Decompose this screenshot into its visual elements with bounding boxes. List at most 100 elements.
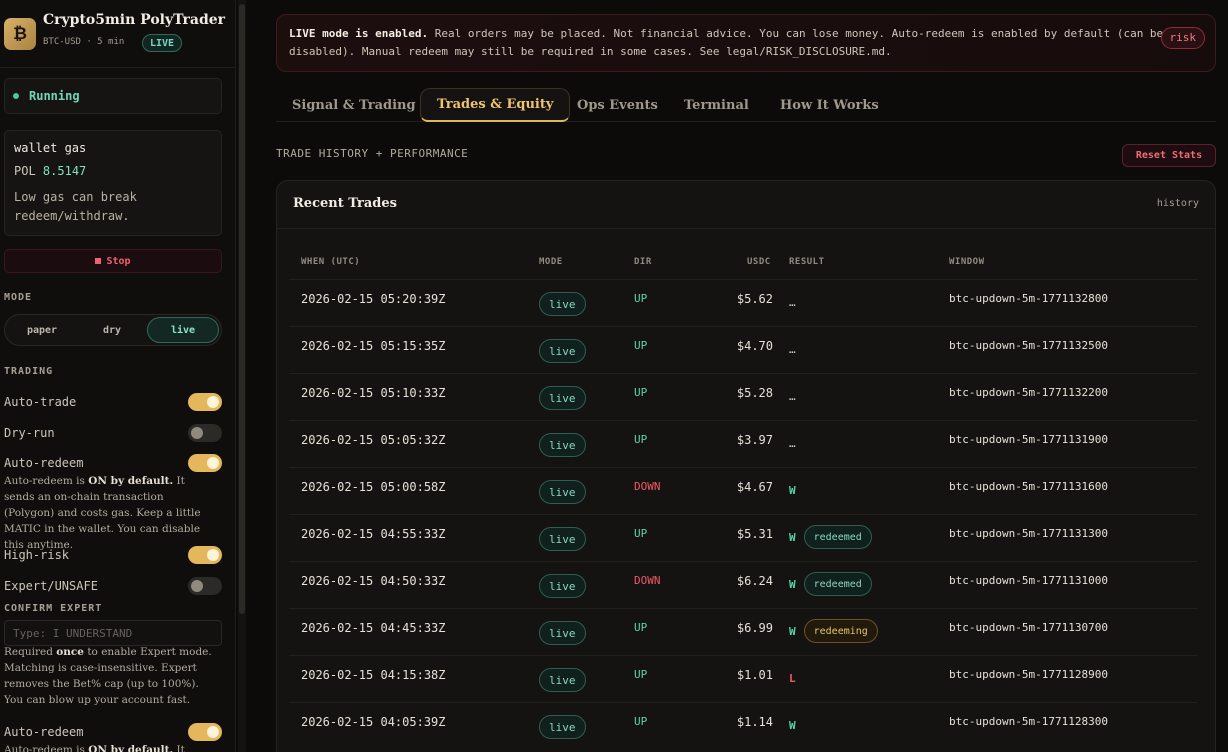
help-prefix: Required <box>4 646 57 658</box>
tab-terminal[interactable]: Terminal <box>668 88 765 122</box>
gas-value: 8.5147 <box>42 164 87 178</box>
tab-how-it-works[interactable]: How It Works <box>764 88 895 122</box>
trade-window: btc-updown-5m-1771132800 <box>949 292 1108 305</box>
help-strong: ON by default. <box>88 744 174 752</box>
confirm-expert-input[interactable] <box>4 620 222 646</box>
reset-stats-button[interactable]: Reset Stats <box>1122 144 1216 167</box>
trade-when: 2026-02-15 04:15:38Z <box>301 668 446 682</box>
trade-window: btc-updown-5m-1771132500 <box>949 339 1108 352</box>
live-mode-badge: LIVE <box>142 34 183 52</box>
trade-when: 2026-02-15 05:10:33Z <box>301 386 446 400</box>
expert-unsafe-toggle[interactable] <box>188 577 222 595</box>
tab-ops-events[interactable]: Ops Events <box>561 88 674 122</box>
trade-window: btc-updown-5m-1771128300 <box>949 715 1108 728</box>
trade-when: 2026-02-15 04:55:33Z <box>301 527 446 541</box>
trade-mode-badge: live <box>539 715 586 739</box>
result-value: L <box>789 671 796 685</box>
high-risk-toggle[interactable] <box>188 546 222 564</box>
trade-window: btc-updown-5m-1771131600 <box>949 480 1108 493</box>
stop-button[interactable]: Stop <box>4 249 222 273</box>
col-header-when: WHEN (UTC) <box>301 257 361 267</box>
trade-usdc: $5.31 <box>736 527 773 541</box>
trade-usdc: $5.28 <box>736 386 773 400</box>
trade-direction: DOWN <box>634 574 661 587</box>
tab-signal-trading[interactable]: Signal & Trading <box>276 88 432 122</box>
trade-when: 2026-02-15 05:05:32Z <box>301 433 446 447</box>
trade-result: W <box>789 478 796 502</box>
toggle-row-expert-unsafe: Expert/UNSAFE <box>4 576 222 596</box>
result-value: W <box>789 483 796 497</box>
stop-label: Stop <box>106 255 131 267</box>
table-row: 2026-02-15 05:05:32Z live UP $3.97 … btc-updo… <box>289 420 1197 467</box>
stop-icon <box>95 258 102 264</box>
trade-mode-badge: live <box>539 527 586 551</box>
auto-redeem-help-2: Auto-redeem is ON by default. It sends <box>4 742 216 752</box>
trade-result: … <box>789 337 796 361</box>
auto-redeem-toggle[interactable] <box>188 454 222 472</box>
toggle-knob <box>191 580 203 592</box>
trade-mode-badge: live <box>539 668 586 692</box>
dry-run-toggle[interactable] <box>188 424 222 442</box>
col-header-mode: MODE <box>539 257 563 267</box>
status-label: Running <box>29 89 80 103</box>
trade-result: Wredeemed <box>789 572 872 596</box>
trading-section-label: TRADING <box>4 366 54 377</box>
trade-direction: UP <box>634 433 648 446</box>
redeem-status-badge: redeemed <box>803 525 872 549</box>
confirm-expert-help: Required once to enable Expert mode. Mat… <box>4 644 216 708</box>
trade-mode-badge: live <box>539 574 586 598</box>
trade-usdc: $6.24 <box>736 574 773 588</box>
trade-mode-badge: live <box>539 292 586 316</box>
tab-trades-equity[interactable]: Trades & Equity <box>420 88 571 122</box>
trade-usdc: $6.99 <box>736 621 773 635</box>
trade-mode-badge: live <box>539 339 586 363</box>
result-value: … <box>789 436 796 450</box>
trade-when: 2026-02-15 05:00:58Z <box>301 480 446 494</box>
gas-note: Low gas can break redeem/withdraw. <box>14 190 137 223</box>
mode-option-dry[interactable]: dry <box>77 317 147 343</box>
auto-trade-toggle[interactable] <box>188 393 222 411</box>
sidebar-scrollbar-thumb[interactable] <box>239 4 245 614</box>
main-tabs: Signal & Trading Trades & Equity Ops Eve… <box>276 84 1216 122</box>
toggle-row-auto-trade: Auto-trade <box>4 392 222 412</box>
toggle-knob <box>207 549 219 561</box>
mode-option-paper[interactable]: paper <box>7 317 77 343</box>
auto-redeem-toggle-2[interactable] <box>188 723 222 741</box>
trade-when: 2026-02-15 05:20:39Z <box>301 292 446 306</box>
toggle-row-dry-run: Dry-run <box>4 423 222 443</box>
trade-result: … <box>789 384 796 408</box>
risk-badge[interactable]: risk <box>1160 27 1205 49</box>
table-row: 2026-02-15 04:55:33Z live UP $5.31 Wredeemed… <box>289 514 1197 561</box>
trade-window: btc-updown-5m-1771130700 <box>949 621 1108 634</box>
col-header-dir: DIR <box>634 257 652 267</box>
toggle-knob <box>207 396 219 408</box>
toggle-knob <box>191 427 203 439</box>
trade-usdc: $3.97 <box>736 433 773 447</box>
toggle-label: Dry-run <box>4 426 55 440</box>
col-header-window: WINDOW <box>949 257 985 267</box>
table-row: 2026-02-15 04:50:33Z live DOWN $6.24 Wredeem… <box>289 561 1197 608</box>
auto-redeem-help: Auto-redeem is ON by default. It sends a… <box>4 473 216 553</box>
trade-direction: UP <box>634 339 648 352</box>
trade-direction: UP <box>634 668 648 681</box>
redeem-status-badge: redeemed <box>803 572 872 596</box>
trade-when: 2026-02-15 04:45:33Z <box>301 621 446 635</box>
trade-usdc: $1.14 <box>736 715 773 729</box>
toggle-label: Auto-redeem <box>4 725 84 739</box>
mode-selector: paper dry live <box>4 314 222 346</box>
table-row: 2026-02-15 04:15:38Z live UP $1.01 Lbtc-updo… <box>289 655 1197 702</box>
trade-direction: UP <box>634 292 648 305</box>
trade-usdc: $1.01 <box>736 668 773 682</box>
redeem-status-badge: redeeming <box>803 619 878 643</box>
result-value: W <box>789 530 796 544</box>
card-hint: history <box>1156 198 1199 209</box>
sidebar: ₿ Crypto5min PolyTrader BTC-USD · 5 min … <box>0 0 236 752</box>
mode-option-live[interactable]: live <box>147 317 219 343</box>
trade-window: btc-updown-5m-1771128900 <box>949 668 1108 681</box>
toggle-label: Auto-trade <box>4 395 77 409</box>
toggle-knob <box>207 726 219 738</box>
trade-result: Wredeeming <box>789 619 878 643</box>
trade-when: 2026-02-15 04:50:33Z <box>301 574 446 588</box>
trade-usdc: $5.62 <box>736 292 773 306</box>
trade-window: btc-updown-5m-1771132200 <box>949 386 1108 399</box>
